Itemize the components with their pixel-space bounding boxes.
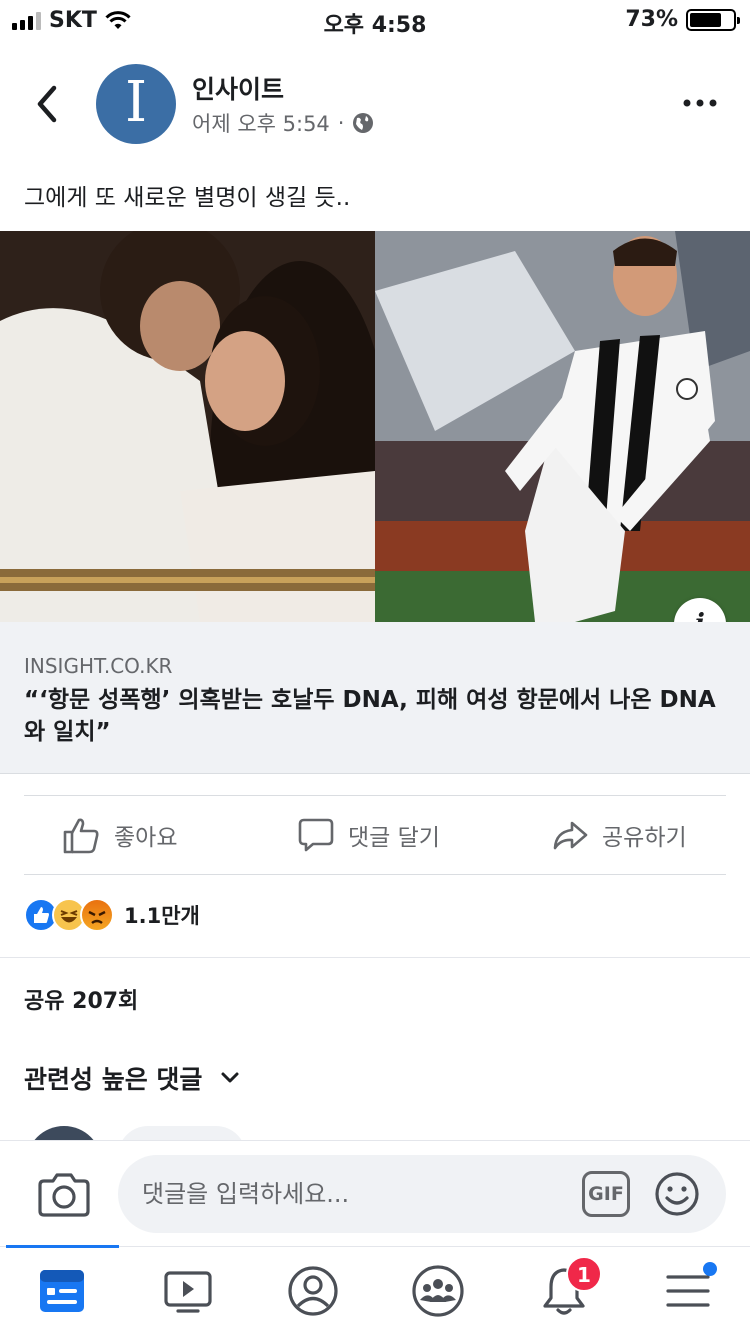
comment-label: 댓글 달기 [348,825,440,851]
chevron-down-icon [221,1072,239,1083]
notification-badge: 1 [566,1256,602,1292]
status-bar: SKT 오후 4:58 73% [0,0,750,40]
page-avatar[interactable]: I [96,64,176,144]
comment-bubble-icon [298,818,334,852]
page-name[interactable]: 인사이트 [192,70,284,106]
menu-new-dot [703,1262,717,1276]
share-label: 공유하기 [602,825,687,851]
battery-icon [686,8,740,31]
comment-button[interactable]: 댓글 달기 [298,812,440,858]
share-count[interactable]: 공유 207회 [24,983,138,1015]
share-button[interactable]: 공유하기 [552,812,687,858]
link-preview-card[interactable]: INSIGHT.CO.KR “‘항문 성폭행’ 의혹받는 호날두 DNA, 피해… [0,622,750,774]
more-options-icon[interactable] [682,96,718,110]
comment-input[interactable] [118,1155,726,1233]
image-left-photo [0,231,375,622]
globe-icon [353,113,374,133]
active-tab-indicator [6,1245,119,1248]
battery-fill [690,12,721,27]
back-arrow-icon[interactable] [30,82,64,126]
like-button[interactable]: 좋아요 [62,812,177,858]
tab-groups[interactable] [408,1263,468,1319]
share-arrow-icon [553,821,588,850]
link-image[interactable] [0,231,750,622]
camera-icon[interactable] [38,1171,90,1217]
tab-profile[interactable] [283,1263,343,1319]
reaction-count: 1.1만개 [124,904,200,928]
post-timestamp[interactable]: 어제 오후 5:54 [192,108,330,138]
comment-composer: GIF [0,1140,750,1246]
news-feed-icon [40,1270,84,1312]
profile-icon [288,1266,338,1316]
post-meta: 어제 오후 5:54 · [192,108,374,138]
image-right-photo [375,231,750,622]
watch-video-icon [164,1271,212,1313]
divider [24,874,726,875]
comments-filter-dropdown[interactable]: 관련성 높은 댓글 [24,1060,240,1096]
bottom-tab-bar [0,1245,750,1333]
groups-icon [412,1265,464,1317]
reactions-summary[interactable]: 1.1만개 [24,898,200,932]
divider [0,957,750,958]
link-domain: INSIGHT.CO.KR [24,654,173,678]
status-right: 73% [625,7,740,32]
like-label: 좋아요 [114,825,178,851]
thumbs-up-icon [63,818,99,854]
menu-hamburger-icon [666,1275,710,1307]
post-text: 그에게 또 새로운 별명이 생길 듯.. [24,185,351,211]
tab-watch[interactable] [158,1263,218,1319]
battery-percent: 73% [625,7,678,32]
comments-filter-label: 관련성 높은 댓글 [24,1065,203,1094]
angry-reaction-icon [80,898,114,932]
gif-button[interactable]: GIF [582,1171,630,1217]
emoji-icon[interactable] [654,1171,700,1217]
tab-news-feed[interactable] [32,1263,92,1319]
page-avatar-logo: I [124,70,148,135]
divider [24,795,726,796]
link-title: “‘항문 성폭행’ 의혹받는 호날두 DNA, 피해 여성 항문에서 나온 DN… [24,687,716,745]
meta-separator: · [337,111,345,135]
